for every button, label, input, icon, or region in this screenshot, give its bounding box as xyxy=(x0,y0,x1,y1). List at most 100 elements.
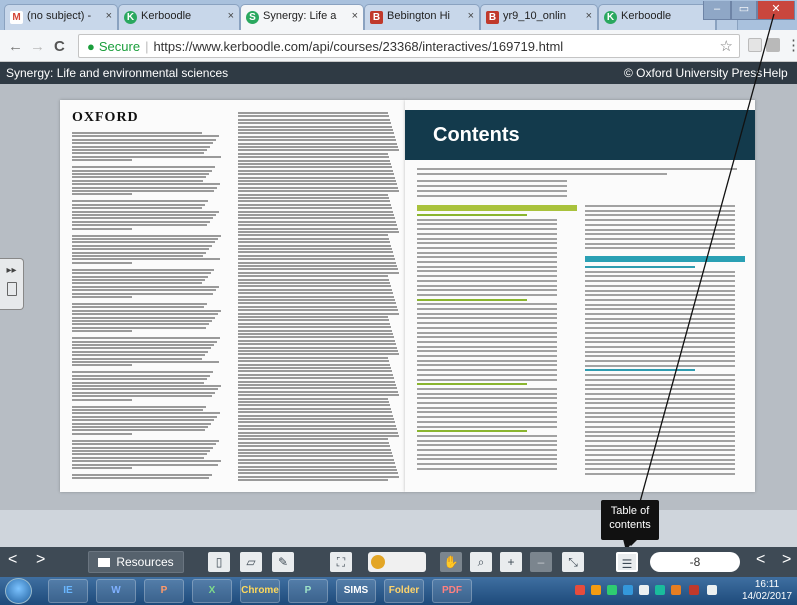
tab-close-icon[interactable]: × xyxy=(586,10,592,22)
browser-tab-synergy[interactable]: S Synergy: Life a × xyxy=(240,4,364,30)
tray-icon[interactable] xyxy=(607,585,617,595)
browser-tab-gmail[interactable]: M (no subject) - × xyxy=(4,4,118,30)
secure-label: Secure xyxy=(98,39,141,54)
system-clock[interactable]: 16:11 14/02/2017 xyxy=(742,579,792,603)
text-line xyxy=(72,155,221,158)
contents-line xyxy=(417,449,557,451)
volume-icon[interactable] xyxy=(707,585,717,595)
tray-icon[interactable] xyxy=(689,585,699,595)
chrome-icon[interactable]: Chrome xyxy=(240,579,280,603)
contents-line xyxy=(585,421,735,424)
tab-close-icon[interactable]: × xyxy=(352,10,358,22)
zoom-out-icon[interactable]: – xyxy=(530,552,552,572)
minimize-button[interactable]: – xyxy=(703,1,731,20)
contents-line xyxy=(585,289,735,292)
text-line xyxy=(238,282,390,284)
browser-tab-yr9[interactable]: B yr9_10_onlin × xyxy=(480,4,598,30)
folder-icon[interactable]: Folder xyxy=(384,579,424,603)
next-button[interactable]: > xyxy=(36,551,45,569)
contents-line xyxy=(585,468,735,471)
text-line xyxy=(72,186,217,189)
previous-page-button[interactable]: < xyxy=(756,551,765,569)
contents-line xyxy=(585,416,735,419)
text-line xyxy=(72,248,209,251)
expand-icon: ▸▸ xyxy=(6,265,17,276)
text-line xyxy=(238,465,396,468)
network-icon[interactable] xyxy=(639,585,649,595)
resources-button[interactable]: Resources xyxy=(88,551,184,573)
browser-tab-kerboodle-2[interactable]: K Kerboodle × xyxy=(598,4,716,30)
zoom-fit-icon[interactable]: ⤡ xyxy=(562,552,584,572)
word-icon[interactable]: W xyxy=(96,579,136,603)
restore-button[interactable]: ▭ xyxy=(731,1,757,20)
tray-icon[interactable] xyxy=(591,585,601,595)
contents-line xyxy=(585,472,735,475)
contents-line xyxy=(417,256,557,259)
tab-title: Kerboodle xyxy=(621,10,672,22)
side-panel-toggle[interactable]: ▸▸ xyxy=(0,258,24,310)
browser-tab-bebington[interactable]: B Bebington Hi × xyxy=(364,4,480,30)
reload-icon[interactable]: C xyxy=(54,38,65,55)
text-line xyxy=(238,220,396,223)
hand-icon[interactable]: ✋ xyxy=(440,552,462,572)
text-line xyxy=(238,363,390,366)
contents-line xyxy=(417,168,737,170)
zoom-in-icon[interactable]: + xyxy=(500,552,522,572)
tray-icon[interactable] xyxy=(671,585,681,595)
contents-line xyxy=(585,317,735,320)
text-line xyxy=(238,197,389,199)
text-line xyxy=(72,446,213,449)
contents-line xyxy=(585,430,735,433)
bookmark-icon[interactable]: ▱ xyxy=(240,552,262,572)
star-icon[interactable]: ☆ xyxy=(720,37,733,55)
contents-line xyxy=(417,275,557,278)
tab-title: Kerboodle xyxy=(141,10,192,22)
table-of-contents-icon[interactable]: ☰ xyxy=(616,552,638,572)
text-line xyxy=(72,422,211,425)
toggle-icon[interactable] xyxy=(368,552,426,572)
extension-icon[interactable] xyxy=(748,38,762,52)
pen-icon[interactable]: ✎ xyxy=(272,552,294,572)
previous-button[interactable]: < xyxy=(8,551,17,569)
text-line xyxy=(238,373,393,376)
url-input[interactable]: ● Secure | https://www.kerboodle.com/api/co… xyxy=(78,34,740,58)
text-line xyxy=(238,248,392,250)
tab-close-icon[interactable]: × xyxy=(106,10,112,22)
page-number-input[interactable]: -8 xyxy=(650,552,740,572)
pdf-icon[interactable]: PDF xyxy=(432,579,472,603)
text-line xyxy=(238,190,399,193)
browser-tab-kerboodle-1[interactable]: K Kerboodle × xyxy=(118,4,240,30)
tray-icon[interactable] xyxy=(655,585,665,595)
contents-line xyxy=(585,266,695,268)
single-page-icon[interactable]: ▯ xyxy=(208,552,230,572)
tab-close-icon[interactable]: × xyxy=(228,10,234,22)
forward-arrow-icon[interactable]: → xyxy=(30,38,45,55)
text-line xyxy=(238,336,394,339)
help-link[interactable]: Help xyxy=(763,66,788,80)
publisher-icon[interactable]: P xyxy=(288,579,328,603)
contents-line xyxy=(585,336,735,339)
contents-line xyxy=(585,275,735,278)
contents-line xyxy=(417,251,557,254)
sims-icon[interactable]: SIMS xyxy=(336,579,376,603)
zoom-search-icon[interactable]: ⌕ xyxy=(470,552,492,572)
text-line xyxy=(238,384,396,386)
ie-icon[interactable]: IE xyxy=(48,579,88,603)
menu-icon[interactable]: ⋮ xyxy=(786,36,797,54)
tray-icon[interactable] xyxy=(575,585,585,595)
powerpoint-icon[interactable]: P xyxy=(144,579,184,603)
contents-line xyxy=(417,355,557,357)
text-line xyxy=(238,288,392,291)
back-arrow-icon[interactable]: ← xyxy=(8,38,23,55)
tab-close-icon[interactable]: × xyxy=(468,10,474,22)
text-line xyxy=(72,173,209,175)
start-button[interactable] xyxy=(5,578,32,604)
close-button[interactable]: ✕ xyxy=(757,1,795,20)
address-bar: ← → C ● Secure | https://www.kerboodle.com/… xyxy=(0,30,797,62)
next-page-button[interactable]: > xyxy=(782,551,791,569)
excel-icon[interactable]: X xyxy=(192,579,232,603)
fullscreen-icon[interactable]: ⛶ xyxy=(330,552,352,572)
tray-icon[interactable] xyxy=(623,585,633,595)
text-line xyxy=(238,217,395,220)
extension-icon[interactable] xyxy=(766,38,780,52)
